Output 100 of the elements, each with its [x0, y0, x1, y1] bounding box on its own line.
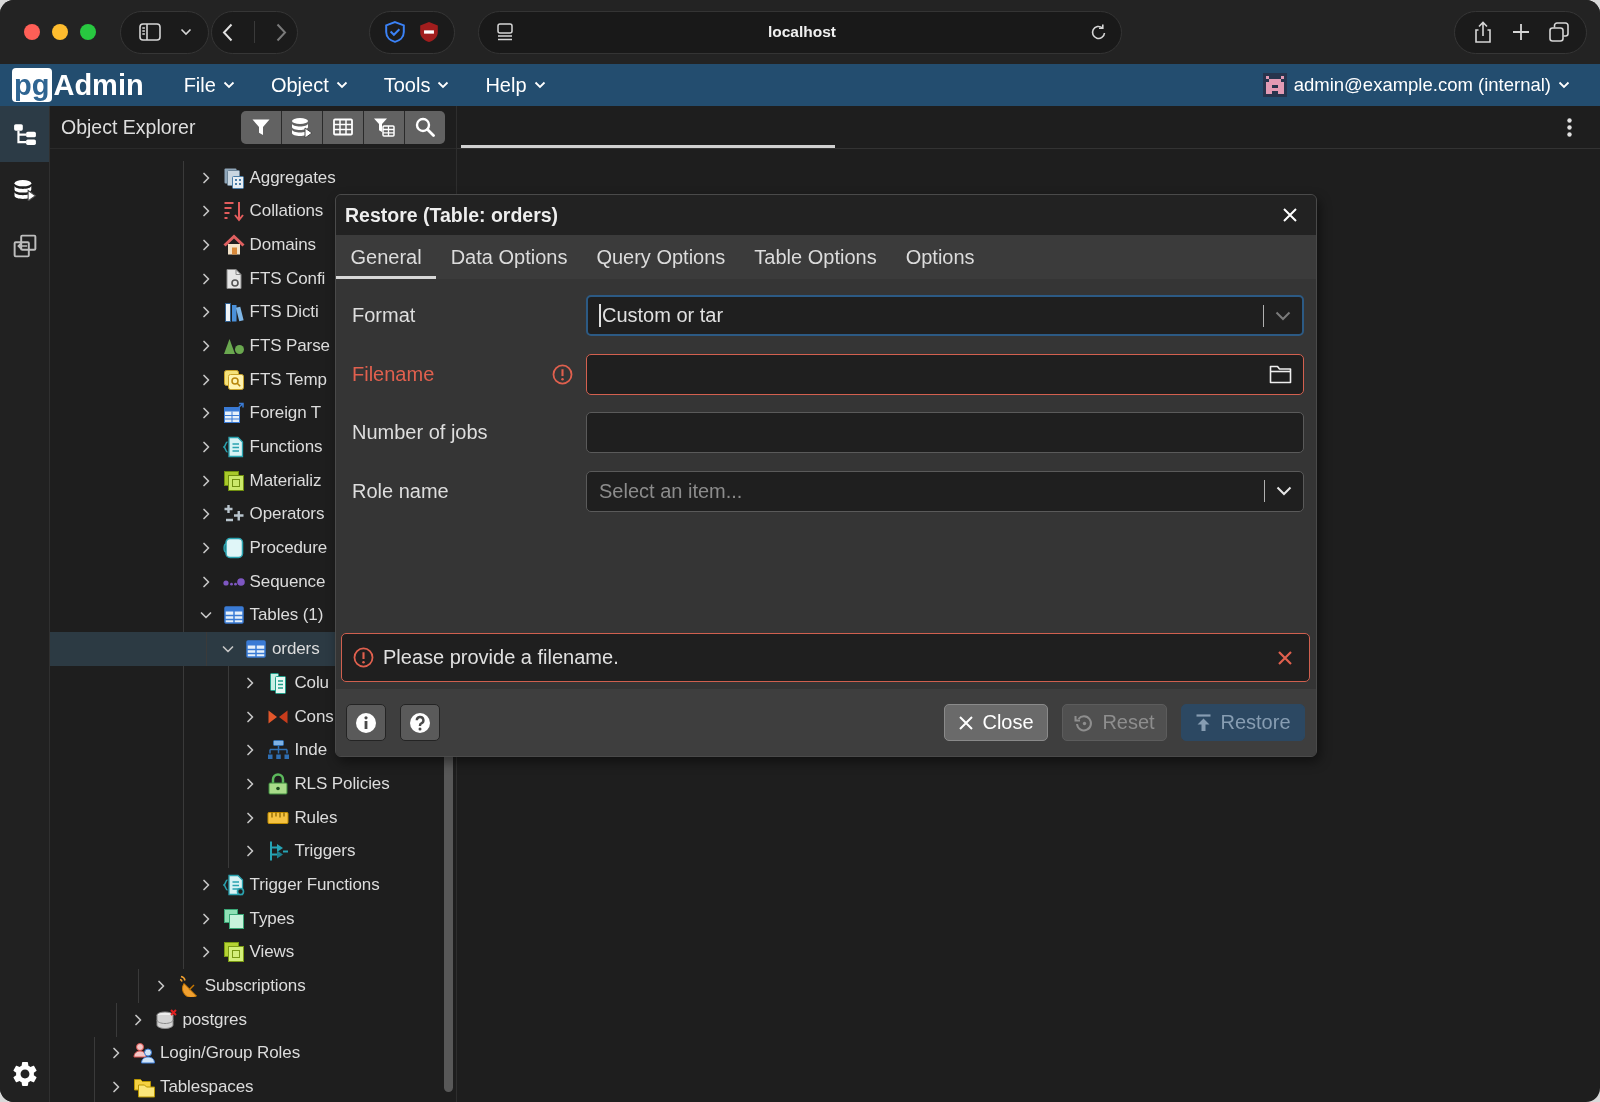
tabs-icon[interactable]	[1548, 22, 1569, 42]
tree-item[interactable]: Collations	[198, 194, 324, 229]
query-database-button[interactable]	[282, 110, 322, 144]
share-icon[interactable]	[1472, 21, 1493, 43]
shield-block-icon[interactable]	[418, 21, 440, 43]
window-close-button[interactable]	[24, 24, 40, 40]
tree-item[interactable]: Tables (1)	[198, 598, 324, 633]
menu-item[interactable]: Object	[252, 64, 366, 106]
tree-item[interactable]: Operators	[198, 497, 325, 532]
chevron-down-icon	[1275, 310, 1291, 321]
table-icon	[245, 638, 267, 661]
tree-item[interactable]: FTS Temp	[198, 362, 327, 397]
tree-item[interactable]: Materializ	[198, 463, 322, 498]
window-minimize-button[interactable]	[52, 24, 68, 40]
folder-icon[interactable]	[1269, 364, 1292, 384]
layers-icon	[222, 469, 245, 492]
tree-item[interactable]: Login/Group Roles	[109, 1036, 301, 1071]
tree-item[interactable]: Cons	[243, 699, 334, 734]
reset-icon	[1074, 712, 1095, 733]
error-icon	[552, 363, 573, 385]
caret-icon	[437, 81, 450, 89]
tree-item[interactable]: Triggers	[243, 834, 356, 869]
pixel-avatar-icon	[1262, 73, 1287, 97]
dialog-tab[interactable]: Options	[891, 235, 990, 279]
database-icon	[291, 116, 313, 138]
tree-item[interactable]: Functions	[198, 430, 323, 464]
info-icon	[355, 711, 377, 734]
sidebar-button[interactable]	[120, 10, 209, 54]
folders-icon	[133, 1076, 155, 1099]
grid-icon	[333, 118, 353, 136]
tree-item[interactable]: Inde	[243, 733, 328, 768]
dialog-title: Restore (Table: orders)	[345, 203, 559, 227]
tree-item[interactable]: Views	[198, 935, 295, 970]
window-zoom-button[interactable]	[80, 24, 96, 40]
upload-icon	[1195, 713, 1213, 732]
tree-item[interactable]: Procedure	[198, 531, 328, 565]
field-label: Role name	[352, 479, 449, 503]
hierarchy-icon	[267, 739, 290, 762]
shield-check-icon[interactable]	[384, 21, 406, 43]
sidebar-tab[interactable]	[0, 106, 49, 162]
dialog-tab[interactable]: General	[336, 235, 437, 279]
tree-item[interactable]: FTS Parse	[198, 329, 330, 363]
tree-item[interactable]: Foreign T	[198, 396, 322, 431]
filtered-rows-button[interactable]	[364, 110, 404, 144]
dropdown[interactable]: Custom or tar	[586, 295, 1304, 336]
tree-item[interactable]: Aggregates	[198, 160, 336, 195]
tree-item[interactable]: Rules	[243, 800, 338, 835]
tree-item[interactable]: postgres	[131, 1002, 247, 1037]
forward-icon[interactable]	[275, 22, 287, 42]
menu-item[interactable]: Tools	[365, 64, 468, 106]
procedure-icon	[222, 537, 245, 560]
field-label: Number of jobs	[352, 421, 488, 444]
dialog-tab[interactable]: Data Options	[436, 235, 582, 279]
user-menu[interactable]: admin@example.com (internal)	[1262, 64, 1570, 106]
tree-item[interactable]: FTS Dicti	[198, 295, 319, 330]
table-icon	[222, 604, 245, 627]
tree-item[interactable]: FTS Confi	[198, 261, 326, 296]
input-field[interactable]	[586, 412, 1304, 453]
stacked-pages-icon	[222, 166, 245, 189]
tree-item[interactable]: Domains	[198, 228, 316, 262]
tree-item[interactable]: RLS Policies	[243, 767, 390, 801]
filter-button[interactable]	[241, 110, 281, 144]
close-button[interactable]: Close	[944, 704, 1048, 741]
view-data-button[interactable]	[323, 110, 363, 144]
back-icon[interactable]	[222, 22, 234, 42]
tree-item[interactable]: Types	[198, 901, 295, 936]
dialog-tab[interactable]: Table Options	[739, 235, 892, 279]
dialog-tab[interactable]: Query Options	[581, 235, 740, 279]
plus-icon[interactable]	[1511, 23, 1530, 41]
info-button[interactable]	[346, 704, 386, 741]
panel-title: Object Explorer	[61, 115, 197, 139]
search-icon	[415, 117, 435, 137]
box-arrow-icon	[12, 234, 37, 258]
tree-item[interactable]: Colu	[243, 666, 329, 700]
logo: pg Admin	[12, 68, 144, 102]
address-bar[interactable]: localhost	[478, 10, 1122, 54]
tree-item[interactable]: orders	[221, 632, 320, 666]
satellite-dish-icon	[177, 975, 200, 998]
caret-icon	[1558, 81, 1570, 89]
layers-icon	[222, 941, 245, 964]
search-button[interactable]	[405, 110, 445, 144]
tree-item[interactable]: Trigger Functions	[198, 868, 380, 902]
filter-icon	[251, 117, 271, 137]
menu-item[interactable]: Help	[467, 64, 564, 106]
reload-icon[interactable]	[1090, 22, 1108, 42]
field-label: Filename	[352, 362, 435, 386]
help-button[interactable]	[400, 704, 440, 741]
field-label: Format	[352, 304, 416, 327]
menu-item[interactable]: File	[165, 64, 253, 106]
settings-icon[interactable]	[12, 1062, 37, 1086]
function-gear-icon	[222, 873, 245, 896]
more-icon[interactable]	[1567, 117, 1572, 137]
tree-item[interactable]: Sequence	[198, 564, 326, 599]
dropdown[interactable]: Select an item...	[586, 470, 1304, 512]
chevron-down-icon	[1276, 486, 1292, 496]
tree-item[interactable]: Subscriptions	[153, 969, 306, 1003]
file-path-field[interactable]	[586, 353, 1304, 395]
filter-table-icon	[373, 117, 395, 137]
tree-item[interactable]: Tablespaces	[109, 1070, 254, 1102]
caret-icon	[533, 81, 546, 89]
